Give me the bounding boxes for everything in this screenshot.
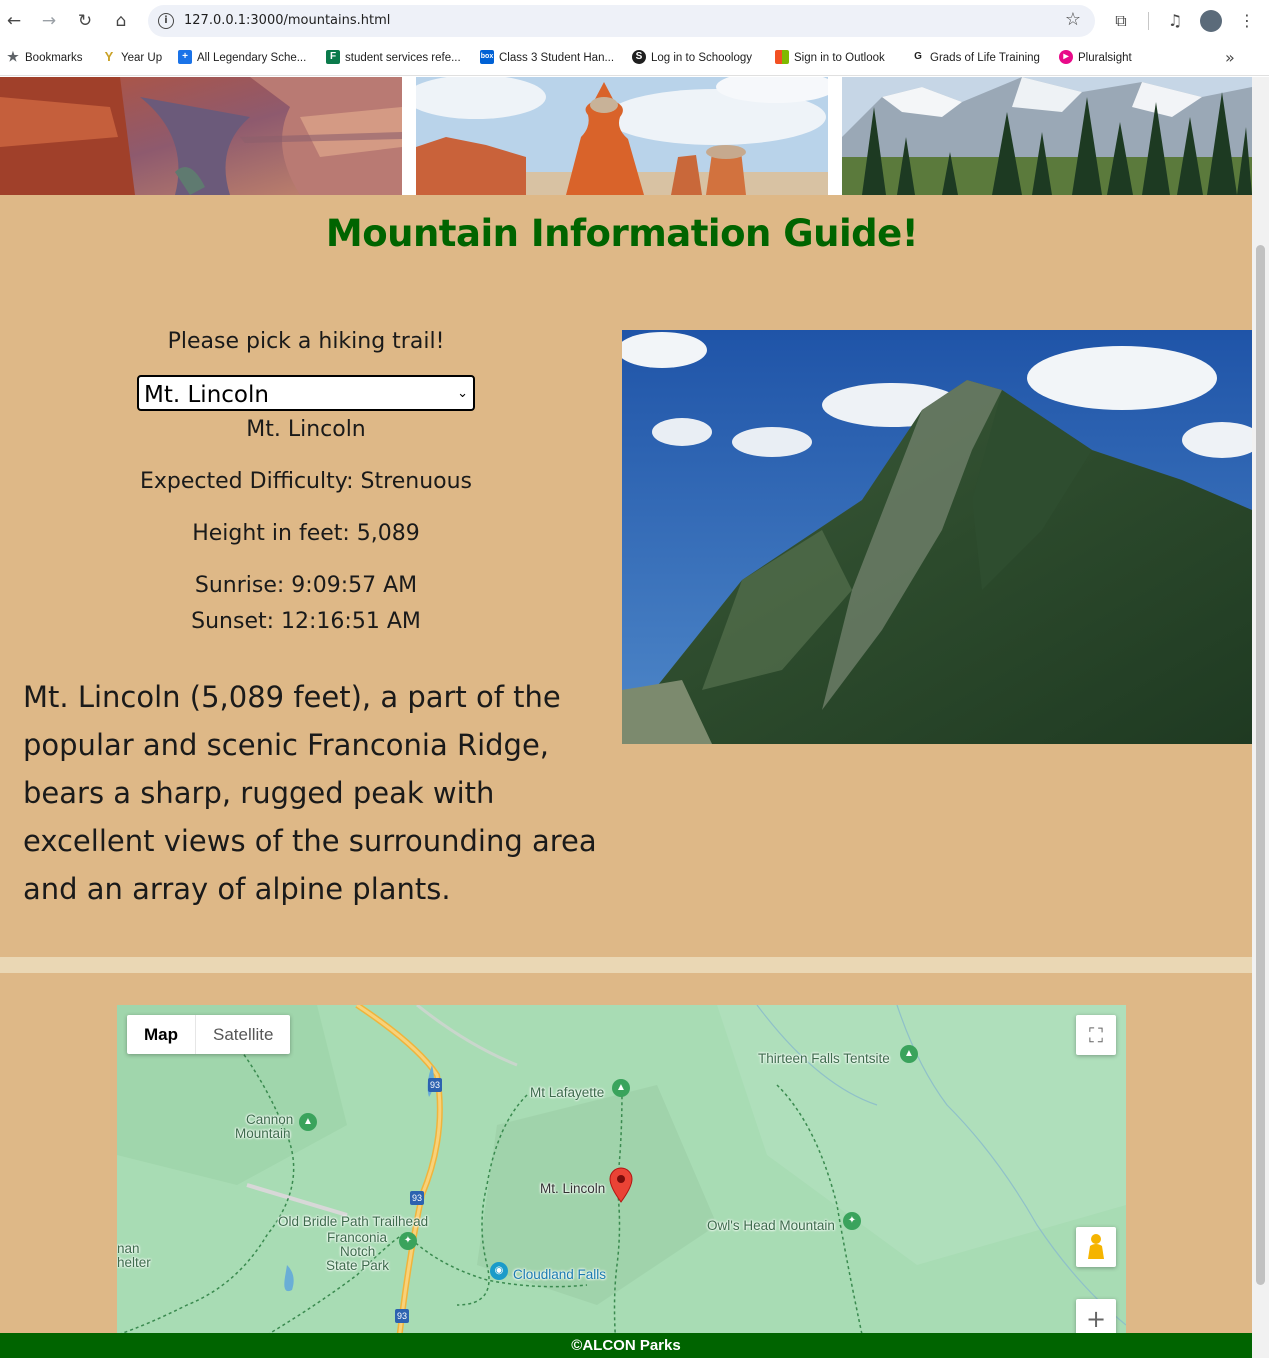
microsoft-icon [775, 49, 789, 64]
poi-mt-lincoln[interactable]: Mt. Lincoln [540, 1182, 605, 1196]
trail-select[interactable]: Mt. Lincoln ⌄ [137, 375, 475, 411]
page-body: Mountain Information Guide! Please pick … [0, 77, 1252, 1358]
site-info-icon[interactable]: i [158, 13, 174, 29]
bookmark-label: Sign in to Outlook [794, 52, 885, 64]
scrollbar-thumb[interactable] [1256, 245, 1265, 1285]
more-bookmarks-icon[interactable]: » [1225, 42, 1235, 74]
g-icon: G [914, 50, 922, 62]
banner-image-canyon [0, 77, 402, 195]
section-divider [0, 957, 1252, 973]
trail-difficulty: Expected Difficulty: Strenuous [140, 469, 472, 494]
bookmark-label: Log in to Schoology [651, 52, 753, 64]
extensions-icon[interactable]: ⧉ [1109, 9, 1133, 33]
bookmark-label: Bookmarks [25, 52, 83, 64]
poi-edge-line1[interactable]: nan [117, 1242, 140, 1256]
trail-name: Mt. Lincoln [246, 417, 366, 442]
home-icon[interactable]: ⌂ [109, 9, 133, 33]
page-scrollbar[interactable] [1252, 77, 1269, 1358]
poi-cannon-line2[interactable]: Mountain [235, 1127, 291, 1141]
bookmark-star-icon[interactable]: ☆ [1065, 9, 1081, 30]
mountain-photo [622, 330, 1252, 744]
bookmark-label: All Legendary Sche... [197, 52, 307, 64]
chevron-down-icon[interactable]: ⌄ [457, 377, 468, 411]
map-marker-icon[interactable] [608, 1167, 634, 1207]
yearup-icon: Y [104, 48, 114, 64]
bookmark-label: Pluralsight [1078, 52, 1132, 64]
bookmark-outlook[interactable]: Sign in to Outlook [775, 42, 885, 76]
bookmark-label: Year Up [121, 52, 163, 64]
banner-image-hoodoo [416, 77, 828, 195]
route-93-shield: 93 [428, 1078, 443, 1092]
bookmark-label: student services refe... [345, 52, 461, 64]
route-93-shield: 93 [410, 1191, 425, 1205]
bookmark-student-services[interactable]: Fstudent services refe... [326, 42, 461, 76]
banner [0, 77, 1252, 195]
menu-icon[interactable]: ⋮ [1235, 9, 1259, 33]
route-93-shield: 93 [395, 1309, 410, 1323]
address-bar[interactable]: i 127.0.0.1:3000/mountains.html ☆ [148, 5, 1095, 37]
banner-image-forest [842, 77, 1252, 195]
poi-franconia-line3[interactable]: State Park [326, 1259, 389, 1273]
fullscreen-icon[interactable]: ⛶ [1076, 1015, 1116, 1055]
bookmark-schoology[interactable]: S Log in to Schoology [632, 42, 752, 76]
forms-icon: F [326, 49, 340, 64]
back-icon[interactable]: ← [2, 9, 26, 33]
poi-cannon-line1[interactable]: Cannon [246, 1113, 293, 1127]
poi-cloudland-falls[interactable]: Cloudland Falls [513, 1268, 606, 1282]
bookmark-year-up[interactable]: Y Year Up [102, 42, 162, 76]
bookmark-label: Class 3 Student Han... [499, 52, 615, 64]
peak-icon[interactable]: ▲ [612, 1079, 630, 1097]
trail-prompt: Please pick a hiking trail! [167, 329, 445, 354]
poi-franconia-line1[interactable]: Franconia [327, 1231, 387, 1245]
map[interactable]: 93 93 93 Map Satellite ⛶ + Thirteen Fall… [117, 1005, 1126, 1358]
poi-mt-lafayette[interactable]: Mt Lafayette [530, 1086, 604, 1100]
schoology-icon: S [632, 49, 646, 64]
map-type-map-button[interactable]: Map [127, 1015, 196, 1054]
forward-icon[interactable]: → [37, 9, 61, 33]
trail-height: Height in feet: 5,089 [192, 521, 420, 546]
peak-icon[interactable]: ▲ [299, 1113, 317, 1131]
poi-franconia-line2[interactable]: Notch [340, 1245, 375, 1259]
trail-select-value[interactable]: Mt. Lincoln [144, 377, 269, 413]
hiking-icon[interactable]: ✦ [843, 1212, 861, 1230]
reload-icon[interactable]: ↻ [73, 9, 97, 33]
sunrise-time: Sunrise: 9:09:57 AM [194, 573, 418, 598]
tentsite-icon[interactable]: ▲ [900, 1045, 918, 1063]
poi-edge-line2[interactable]: helter [117, 1256, 151, 1270]
plus-icon: + [178, 49, 192, 64]
bookmark-class3[interactable]: box Class 3 Student Han... [480, 42, 614, 76]
hiking-icon[interactable]: ✦ [399, 1232, 417, 1250]
poi-owls-head[interactable]: Owl's Head Mountain [707, 1219, 835, 1233]
media-icon[interactable]: ♫ [1163, 9, 1187, 33]
map-type-satellite-button[interactable]: Satellite [196, 1015, 290, 1054]
toolbar-separator [1148, 12, 1149, 30]
sunset-time: Sunset: 12:16:51 AM [191, 609, 421, 634]
bookmark-grads-of-life[interactable]: G Grads of Life Training [911, 42, 1040, 76]
profile-avatar[interactable] [1200, 10, 1222, 32]
box-icon: box [480, 49, 494, 64]
url-text[interactable]: 127.0.0.1:3000/mountains.html [184, 5, 390, 37]
pegman-icon[interactable] [1076, 1227, 1116, 1267]
poi-old-bridle-path[interactable]: Old Bridle Path Trailhead [278, 1215, 428, 1229]
bookmark-legendary[interactable]: + All Legendary Sche... [178, 42, 306, 76]
star-icon: ★ [7, 48, 19, 64]
browser-toolbar: ← → ↻ ⌂ i 127.0.0.1:3000/mountains.html … [0, 0, 1269, 42]
bookmark-pluralsight[interactable]: ▸ Pluralsight [1059, 42, 1132, 76]
camera-icon[interactable]: ◉ [490, 1262, 508, 1280]
map-type-control: Map Satellite [127, 1015, 291, 1054]
bookmark-label: Grads of Life Training [930, 52, 1040, 64]
poi-thirteen-falls[interactable]: Thirteen Falls Tentsite [758, 1052, 890, 1066]
trail-description: Mt. Lincoln (5,089 feet), a part of the … [23, 680, 597, 906]
bookmarks-bar: ★ Bookmarks Y Year Up + All Legendary Sche.… [0, 42, 1269, 76]
page-title: Mountain Information Guide! [325, 212, 919, 255]
bookmark-bookmarks[interactable]: ★ Bookmarks [6, 42, 83, 76]
pluralsight-icon: ▸ [1059, 49, 1073, 64]
footer: ©ALCON Parks [0, 1333, 1252, 1358]
